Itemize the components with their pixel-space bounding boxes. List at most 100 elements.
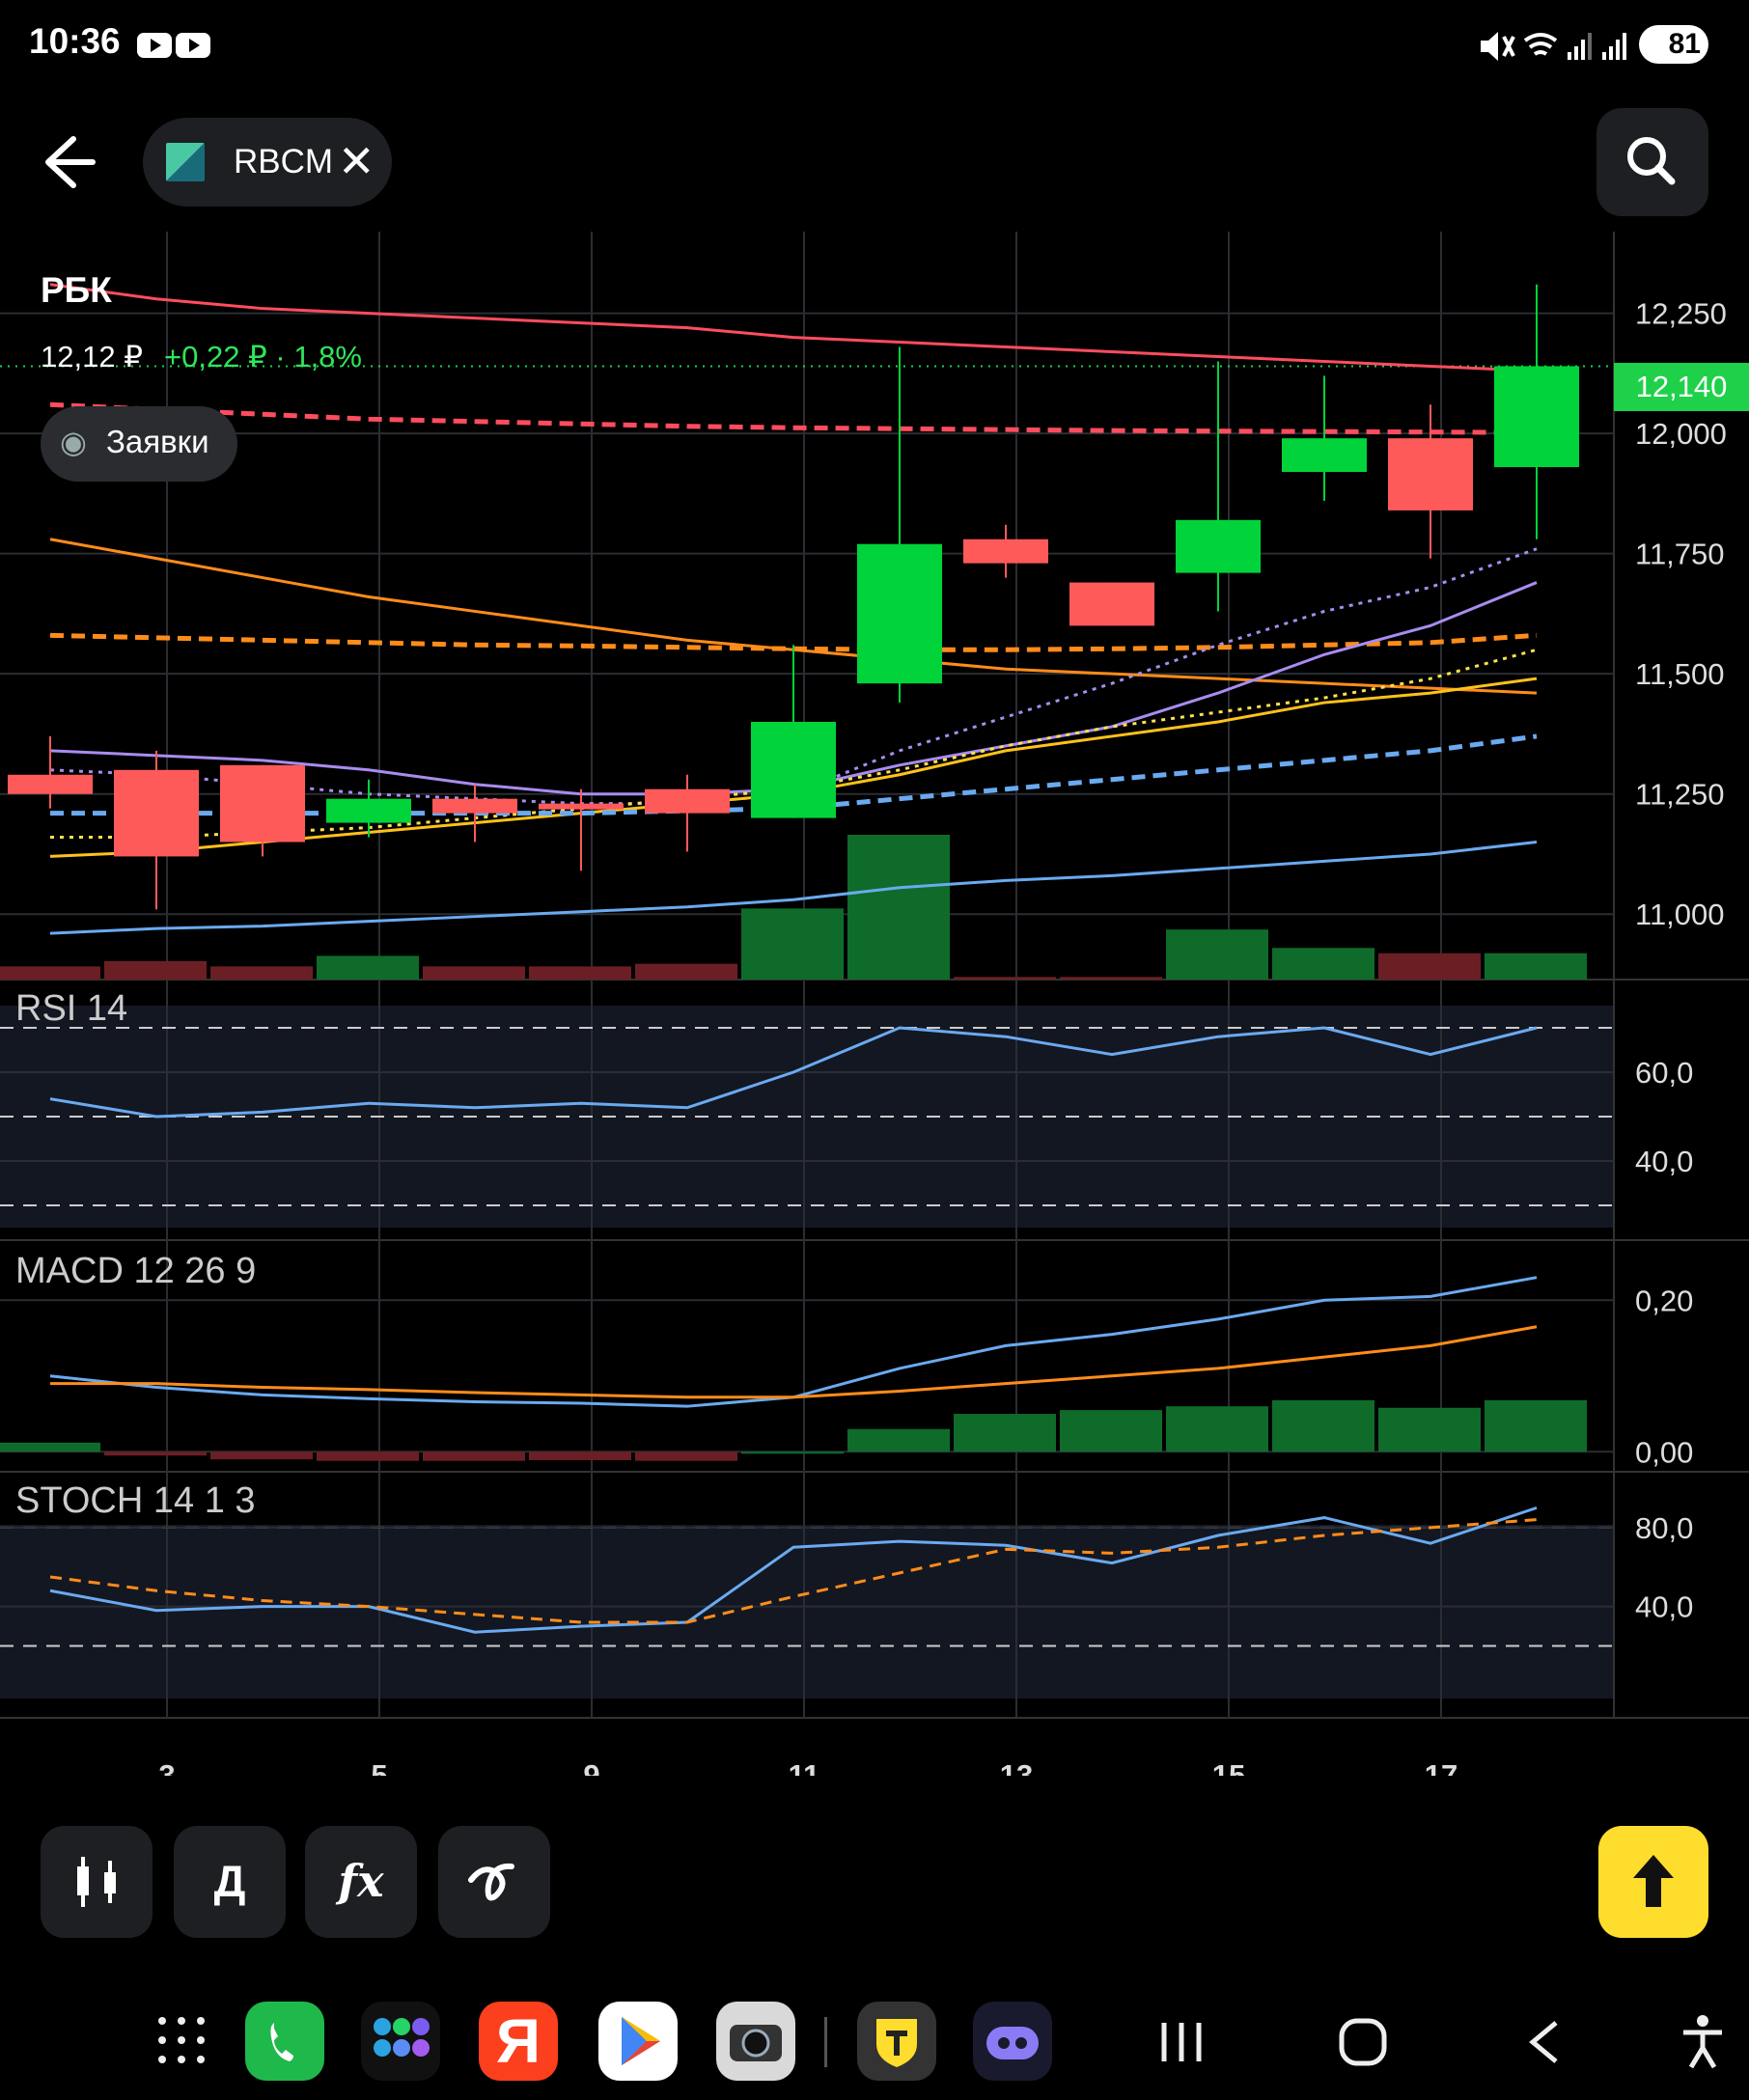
current-price: 12,12 ₽ xyxy=(41,340,143,373)
camera-icon[interactable] xyxy=(716,2002,795,2081)
phone-icon[interactable] xyxy=(245,2002,324,2081)
chart-area[interactable]: 3 5 9 11 13 15 17 12,250 12,000 11,750 11,500 11,25… xyxy=(0,232,1749,1776)
volume-bar xyxy=(529,966,631,980)
fx-icon: fx xyxy=(338,1855,384,1907)
eye-off-icon: ◉ xyxy=(60,425,87,459)
macd-axis-label: 0,00 xyxy=(1635,1435,1693,1469)
signal-icon xyxy=(1602,33,1626,60)
candle-body xyxy=(1282,438,1367,473)
share-button[interactable] xyxy=(1598,1826,1708,1938)
instrument-name: РБК xyxy=(41,270,112,310)
close-icon[interactable]: ✕ xyxy=(338,135,375,187)
y-axis-label: 11,500 xyxy=(1635,657,1725,691)
x-axis-label: 9 xyxy=(583,1758,599,1776)
candle-body xyxy=(539,803,624,810)
play-store-icon[interactable] xyxy=(598,2002,678,2081)
macd-histogram-bar xyxy=(1166,1406,1268,1452)
home-icon[interactable] xyxy=(1336,2015,1390,2069)
volume-bar xyxy=(847,835,950,980)
arrow-left-icon xyxy=(45,136,96,188)
back-button[interactable] xyxy=(29,125,116,199)
price-change: +0,22 ₽ · 1,8% xyxy=(164,340,362,373)
volume-bar xyxy=(954,977,1056,980)
arrow-up-icon xyxy=(1633,1855,1674,1907)
search-icon xyxy=(1627,137,1676,185)
macd-histogram-bar xyxy=(1378,1407,1481,1452)
rsi-axis-label: 60,0 xyxy=(1635,1056,1693,1090)
draw-curve-icon xyxy=(468,1863,514,1901)
candle-body xyxy=(432,798,517,814)
macd-histogram-bar xyxy=(635,1451,737,1461)
period-label: Д xyxy=(213,1856,246,1906)
back-icon[interactable] xyxy=(1519,2015,1573,2069)
candles-icon xyxy=(77,1857,116,1907)
macd-histogram-bar xyxy=(741,1451,844,1454)
volume-bar xyxy=(635,963,737,980)
app-drawer-icon[interactable] xyxy=(154,2013,208,2067)
ticker-label: RBCM xyxy=(234,143,334,180)
accessibility-icon[interactable] xyxy=(1676,2011,1730,2071)
drawing-button[interactable] xyxy=(438,1826,550,1938)
period-button[interactable]: Д xyxy=(174,1826,286,1938)
candle-body xyxy=(751,721,836,818)
macd-histogram-bar xyxy=(954,1414,1056,1452)
signal-icon xyxy=(1568,33,1592,60)
ma-red-dashed-line xyxy=(49,401,1538,435)
macd-axis-label: 0,20 xyxy=(1635,1284,1693,1317)
volume-bar xyxy=(1166,929,1268,980)
candle-body xyxy=(1388,438,1473,511)
youtube-icon xyxy=(137,33,172,58)
y-axis-label: 11,750 xyxy=(1635,538,1725,571)
orders-button[interactable]: ◉ Заявки xyxy=(41,406,237,482)
ticker-logo xyxy=(166,143,205,181)
macd-histogram-bar xyxy=(1272,1399,1374,1452)
yandex-icon[interactable]: Я xyxy=(479,2002,558,2081)
volume-bar xyxy=(741,908,844,980)
recents-icon[interactable] xyxy=(1156,2015,1207,2069)
indicators-button[interactable]: fx xyxy=(305,1826,417,1938)
rsi-axis-label: 40,0 xyxy=(1635,1145,1693,1178)
volume-bar xyxy=(210,966,313,980)
macd-title: MACD 12 26 9 xyxy=(15,1251,257,1291)
macd-histogram-bar xyxy=(210,1451,313,1460)
rsi-title: RSI 14 xyxy=(15,988,128,1029)
x-axis-label: 17 xyxy=(1425,1758,1458,1776)
volume-bar xyxy=(1485,953,1587,980)
dock-divider xyxy=(824,2017,827,2067)
orders-label: Заявки xyxy=(106,424,209,459)
macd-histogram-bar xyxy=(0,1442,100,1452)
macd-histogram-bar xyxy=(1485,1399,1587,1452)
social-apps-folder-icon[interactable] xyxy=(361,2002,440,2081)
stoch-title: STOCH 14 1 3 xyxy=(15,1480,256,1521)
candle-body xyxy=(220,764,305,843)
candle-body xyxy=(114,769,199,857)
x-axis-label: 13 xyxy=(1000,1758,1033,1776)
candle-body xyxy=(963,539,1048,564)
assistant-icon[interactable] xyxy=(973,2002,1052,2081)
macd-histogram-bar xyxy=(317,1451,419,1461)
stoch-panel-bg xyxy=(0,1525,1614,1699)
macd-histogram-bar xyxy=(847,1428,950,1452)
chart-type-button[interactable] xyxy=(41,1826,153,1938)
ticker-chip[interactable]: RBCM ✕ xyxy=(143,118,392,207)
t-bank-icon[interactable] xyxy=(857,2002,936,2081)
macd-histogram-bar xyxy=(1060,1410,1162,1452)
x-axis-label: 11 xyxy=(789,1758,820,1776)
y-axis-label: 12,000 xyxy=(1635,417,1727,451)
candle-body xyxy=(326,798,411,823)
volume-bar xyxy=(423,966,525,980)
volume-bar xyxy=(104,960,207,980)
current-price-badge: 12,140 xyxy=(1614,363,1749,411)
search-button[interactable] xyxy=(1596,108,1708,216)
macd-histogram-bar xyxy=(423,1451,525,1461)
volume-bar xyxy=(317,955,419,980)
status-time: 10:36 xyxy=(29,21,121,61)
youtube-icon xyxy=(176,33,210,58)
volume-bar xyxy=(1060,977,1162,980)
macd-signal-line xyxy=(50,1325,1538,1399)
candle-body xyxy=(8,774,93,794)
battery-icon: 81 xyxy=(1639,25,1708,64)
y-axis-label: 11,250 xyxy=(1635,778,1725,812)
wifi-icon xyxy=(1523,33,1558,56)
stoch-axis-label: 80,0 xyxy=(1635,1511,1693,1545)
